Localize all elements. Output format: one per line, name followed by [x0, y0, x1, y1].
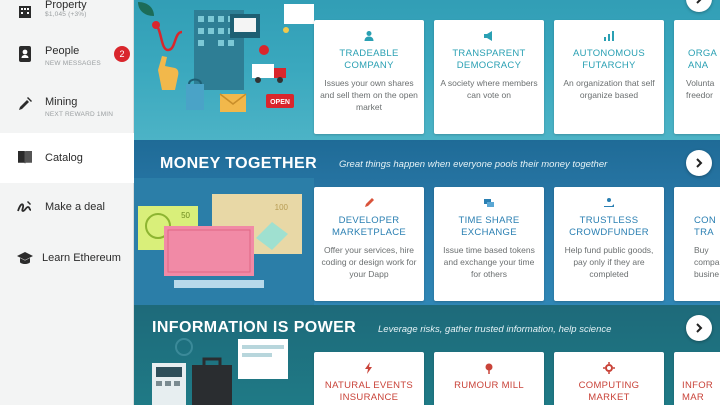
section-hero: OPEN TRADEABLE COMPANY Issues your own s…: [134, 0, 720, 140]
card-description: Issues your own shares and sell them on …: [320, 78, 418, 112]
card-title: TRANSPARENT DEMOCRACY: [452, 48, 526, 71]
open-sign-text: OPEN: [270, 99, 290, 106]
card-title: DEVELOPER MARKETPLACE: [331, 215, 407, 238]
money-illustration: 100 50: [134, 178, 314, 305]
section-tagline: Great things happen when everyone pools …: [339, 159, 608, 170]
app-window: Property $1,045 (+3%) People NEW MESSAGE…: [0, 0, 720, 405]
chevron-right-icon: [696, 323, 703, 333]
catalog-card-information-market-partial[interactable]: INFOR MAR: [674, 352, 720, 405]
office-illustration: [152, 338, 288, 405]
card-description: Volunta freedor: [686, 78, 715, 100]
sidebar-item-subtext: NEW MESSAGES: [45, 60, 101, 67]
graduation-cap-icon: [14, 247, 36, 269]
shovel-icon: [14, 93, 36, 115]
section-tagline: Leverage risks, gather trusted informati…: [378, 324, 612, 335]
notification-badge: 2: [114, 46, 130, 62]
building-icon: [14, 0, 36, 22]
sidebar-item-subtext: NEXT REWARD 1MIN: [45, 111, 114, 118]
catalog-card-computing-market[interactable]: COMPUTING MARKET: [554, 352, 664, 405]
catalog-card-tradeable-company[interactable]: TRADEABLE COMPANY Issues your own shares…: [314, 20, 424, 134]
catalog-card-transparent-democracy[interactable]: TRANSPARENT DEMOCRACY A society where me…: [434, 20, 544, 134]
scroll-right-button[interactable]: [686, 150, 712, 176]
card-description: Offer your services, hire coding or desi…: [321, 245, 417, 279]
sidebar-item-property[interactable]: Property $1,045 (+3%): [0, 0, 134, 28]
section-information-is-power: INFORMATION IS POWER Leverage risks, gat…: [134, 305, 720, 405]
catalog-card-developer-marketplace[interactable]: DEVELOPER MARKETPLACE Offer your service…: [314, 187, 424, 301]
pencil-icon: [314, 197, 424, 209]
card-description: A society where members can vote on: [440, 78, 538, 100]
stack-icon: [434, 197, 544, 209]
city-illustration: OPEN: [138, 2, 314, 112]
card-title: TRUSTLESS CROWDFUNDER: [569, 215, 649, 238]
card-title: TRADEABLE COMPANY: [339, 48, 399, 71]
card-description: Issue time based tokens and exchange you…: [443, 245, 535, 279]
sidebar-item-catalog[interactable]: Catalog: [0, 133, 134, 183]
pin-icon: [434, 362, 544, 374]
hand-coins-icon: [554, 197, 664, 209]
scroll-right-button[interactable]: [686, 315, 712, 341]
sidebar-item-label: Catalog: [45, 152, 83, 164]
sidebar-item-subtext: $1,045 (+3%): [45, 11, 87, 18]
catalog-card-autonomous-futarchy[interactable]: AUTONOMOUS FUTARCHY An organization that…: [554, 20, 664, 134]
megaphone-icon: [434, 30, 544, 42]
person-icon: [314, 30, 424, 42]
card-description: An organization that self organize based: [563, 78, 655, 100]
catalog-card-trustless-crowdfunder[interactable]: TRUSTLESS CROWDFUNDER Help fund public g…: [554, 187, 664, 301]
gear-icon: [554, 362, 664, 374]
card-description: Buy compa busine: [694, 245, 720, 279]
sidebar-item-label: Mining: [45, 96, 78, 108]
card-title: TIME SHARE EXCHANGE: [458, 215, 520, 238]
card-description: Help fund public goods, pay only if they…: [564, 245, 654, 279]
signature-icon: [14, 196, 36, 218]
bolt-icon: [314, 362, 424, 374]
card-title: ORGA ANA: [688, 48, 717, 71]
sidebar-item-label: Learn Ethereum: [42, 252, 121, 264]
chart-icon: [554, 30, 664, 42]
card-title: NATURAL EVENTS INSURANCE: [324, 380, 414, 403]
bill-value-text: 100: [275, 203, 289, 212]
card-title: COMPUTING MARKET: [578, 380, 640, 403]
card-title: AUTONOMOUS FUTARCHY: [573, 48, 645, 71]
chevron-right-icon: [696, 158, 703, 168]
card-title: CON TRA: [694, 215, 717, 238]
sidebar-item-label: Make a deal: [45, 201, 105, 213]
address-book-icon: [14, 43, 36, 65]
book-icon: [14, 146, 36, 168]
catalog-card-organization-partial[interactable]: ORGA ANA Volunta freedor: [674, 20, 720, 134]
catalog-card-natural-events-insurance[interactable]: NATURAL EVENTS INSURANCE: [314, 352, 424, 405]
sidebar-item-label: Property: [45, 0, 87, 11]
sidebar-item-people[interactable]: People NEW MESSAGES 2: [0, 32, 134, 82]
card-title: RUMOUR MILL: [454, 380, 524, 391]
sidebar-item-label: People: [45, 45, 80, 57]
bill-value-text: 50: [181, 211, 190, 220]
catalog-main: OPEN TRADEABLE COMPANY Issues your own s…: [134, 0, 720, 405]
sidebar: Property $1,045 (+3%) People NEW MESSAGE…: [0, 0, 134, 405]
sidebar-item-make-a-deal[interactable]: Make a deal: [0, 183, 134, 233]
catalog-card-contract-partial[interactable]: CON TRA Buy compa busine: [674, 187, 720, 301]
card-title: INFOR MAR: [682, 380, 714, 403]
catalog-card-rumour-mill[interactable]: RUMOUR MILL: [434, 352, 544, 405]
scroll-right-button[interactable]: [686, 0, 712, 12]
sidebar-item-learn-ethereum[interactable]: Learn Ethereum: [0, 233, 134, 283]
sidebar-item-mining[interactable]: Mining NEXT REWARD 1MIN: [0, 82, 134, 132]
catalog-card-time-share-exchange[interactable]: TIME SHARE EXCHANGE Issue time based tok…: [434, 187, 544, 301]
section-money-together: MONEY TOGETHER Great things happen when …: [134, 140, 720, 305]
chevron-right-icon: [696, 0, 702, 4]
